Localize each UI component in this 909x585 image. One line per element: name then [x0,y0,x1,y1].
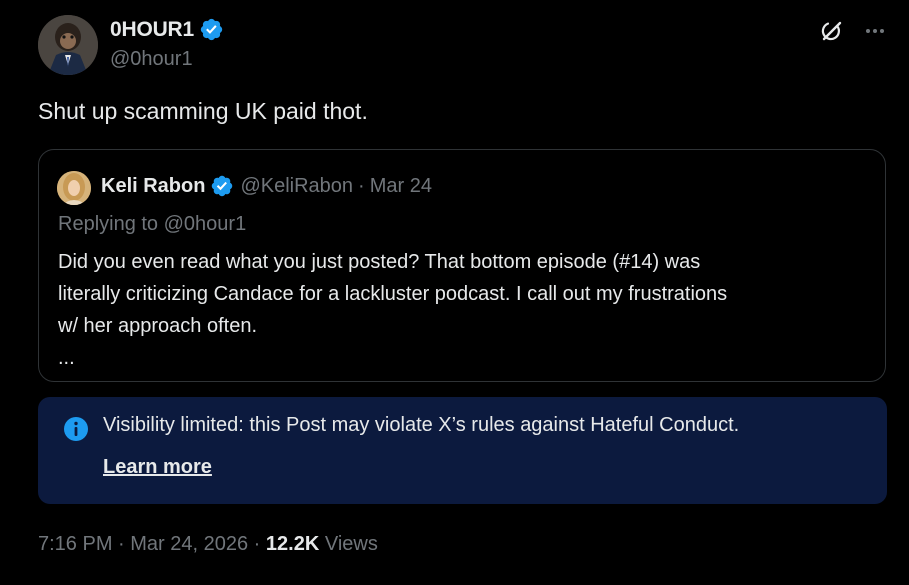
quoted-author-name[interactable]: Keli Rabon [101,175,205,198]
post-meta: 7:16 PM · Mar 24, 2026 · 12.2K Views [38,533,378,556]
meta-separator: · [248,533,266,555]
quoted-separator: · [358,174,365,197]
quoted-post-date[interactable]: Mar 24 [370,175,432,198]
visibility-notice: Visibility limited: this Post may violat… [38,397,887,504]
quoted-author-handle[interactable]: @KeliRabon [240,175,353,198]
replying-prefix: Replying to [58,213,164,235]
quoted-body-ellipsis: ... [58,347,75,369]
quoted-post-card[interactable]: Keli Rabon @KeliRabon · Mar 24 Replying … [38,149,886,382]
quoted-body-line: Did you even read what you just posted? … [58,251,701,273]
quoted-body-line: literally criticizing Candace for a lack… [58,283,728,305]
author-name-text[interactable]: 0HOUR1 [110,18,194,42]
quoted-post-body: Did you even read what you just posted? … [58,246,868,374]
post-text: Shut up scamming UK paid thot. [38,98,368,124]
info-icon [64,417,88,441]
replying-to-line: Replying to @0hour1 [58,213,246,236]
learn-more-link[interactable]: Learn more [103,456,212,479]
meta-separator: · [112,533,131,555]
quoted-body-line: w/ her approach often. [58,315,258,337]
post-time[interactable]: 7:16 PM [38,533,112,555]
views-label: Views [319,533,378,555]
post-date[interactable]: Mar 24, 2026 [130,533,248,555]
verified-badge-icon [200,18,223,41]
author-handle[interactable]: @0hour1 [110,48,193,71]
verified-badge-icon [212,175,233,197]
more-options-icon[interactable] [860,16,890,46]
replying-to-handle-link[interactable]: @0hour1 [164,213,247,235]
quoted-author-avatar[interactable] [57,171,91,205]
author-avatar[interactable] [38,15,98,75]
quoted-post-header: Keli Rabon @KeliRabon · Mar 24 [101,174,432,198]
author-display-name[interactable]: 0HOUR1 [110,17,224,42]
grok-icon[interactable] [817,16,847,46]
visibility-notice-text: Visibility limited: this Post may violat… [103,414,740,436]
post-container: 0HOUR1 @0hour1 Shut up scamming UK paid … [0,0,909,585]
views-count: 12.2K [265,533,320,555]
